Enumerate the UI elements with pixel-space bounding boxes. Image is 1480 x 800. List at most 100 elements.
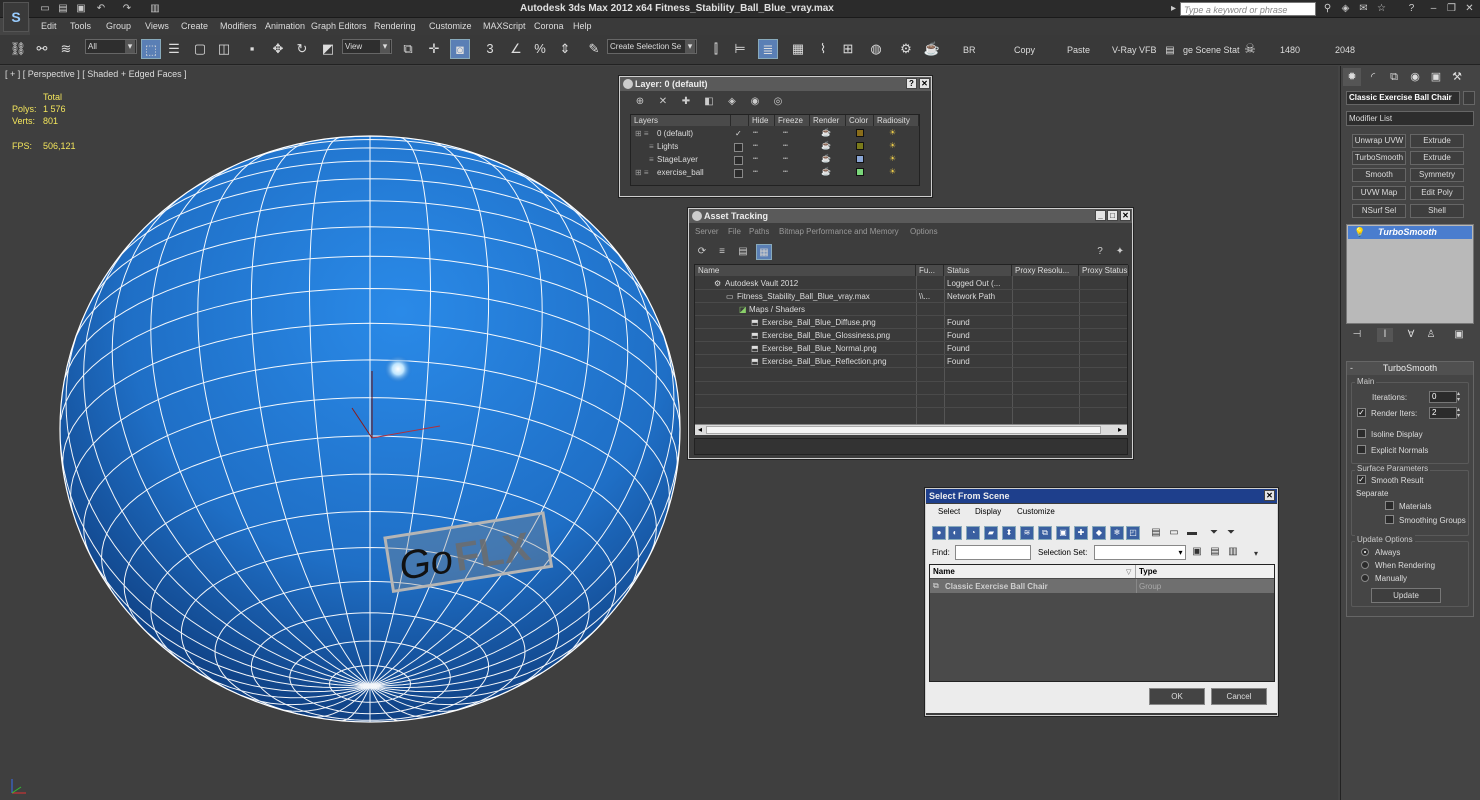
layer-freeze-toggle[interactable]: ┅	[783, 141, 788, 150]
symmetry-button[interactable]: Symmetry	[1410, 168, 1464, 182]
object-name-field[interactable]: Classic Exercise Ball Chair	[1346, 91, 1460, 105]
highlight-layer-icon[interactable]: ◈	[724, 94, 740, 110]
create-tab-icon[interactable]: ✹	[1343, 68, 1361, 86]
sfs-col-name[interactable]: Name	[930, 565, 1136, 578]
asset-settings-icon[interactable]: ✦	[1112, 244, 1128, 260]
asset-minimize-button[interactable]: _	[1095, 210, 1106, 221]
unlink-icon[interactable]: ⚯	[32, 39, 52, 59]
radiosity-icon[interactable]: ☀	[889, 167, 896, 176]
uvw-map-button[interactable]: UVW Map	[1352, 186, 1406, 200]
radiosity-icon[interactable]: ☀	[889, 154, 896, 163]
utilities-tab-icon[interactable]: ⚒	[1448, 68, 1466, 86]
display-geometry-icon[interactable]: ●	[932, 526, 946, 540]
when-rendering-radio[interactable]	[1361, 561, 1369, 569]
rectangular-selection-icon[interactable]: ▢	[190, 39, 210, 59]
render-setup-icon[interactable]: ⚙	[896, 39, 916, 59]
layer-row[interactable]: ⊞ ≡ exercise_ball ┅ ┅ ☕ ☀	[631, 166, 919, 179]
material-editor-icon[interactable]: ◍	[866, 39, 886, 59]
cancel-button[interactable]: Cancel	[1211, 688, 1267, 705]
smooth-result-checkbox[interactable]: ✓	[1357, 475, 1366, 484]
menu-customize[interactable]: Customize	[429, 21, 472, 31]
create-layer-icon[interactable]: ⊕	[632, 94, 648, 110]
light-bulb-icon[interactable]: 💡	[1354, 227, 1365, 237]
sfs-menu-customize[interactable]: Customize	[1017, 507, 1055, 516]
col-name[interactable]: Name	[695, 265, 916, 276]
asset-menu-paths[interactable]: Paths	[749, 227, 769, 236]
edit-poly-button[interactable]: Edit Poly	[1410, 186, 1464, 200]
menu-animation[interactable]: Animation	[265, 21, 305, 31]
selection-set-dropdown[interactable]: ▾	[1094, 545, 1186, 560]
scroll-right-icon[interactable]: ▸	[1115, 425, 1125, 435]
layer-color-swatch[interactable]	[856, 155, 864, 163]
sfs-title[interactable]: Select From Scene	[926, 489, 1277, 503]
filter-icon[interactable]: ⏷	[1206, 525, 1222, 541]
display-frozen-icon[interactable]: ❄	[1110, 526, 1124, 540]
modifier-list-dropdown[interactable]: Modifier List	[1346, 111, 1474, 126]
display-tab-icon[interactable]: ▣	[1427, 68, 1445, 86]
menu-graph-editors[interactable]: Graph Editors	[311, 21, 367, 31]
display-containers-icon[interactable]: ◆	[1092, 526, 1106, 540]
table-view-icon[interactable]: ▤	[735, 244, 751, 260]
toolbar-2048-button[interactable]: 2048	[1335, 45, 1355, 55]
layer-freeze-toggle[interactable]: ┅	[783, 154, 788, 163]
menu-edit[interactable]: Edit	[41, 21, 57, 31]
toolbar-scene-stats-button[interactable]: ge Scene Stat	[1183, 45, 1240, 55]
col-proxy-resolution[interactable]: Proxy Resolu...	[1012, 265, 1079, 276]
sfs-row[interactable]: ⧉ Classic Exercise Ball Chair Group	[930, 579, 1274, 593]
asset-row[interactable]: ⬒ Exercise_Ball_Blue_Diffuse.png Found	[695, 316, 1127, 329]
search-arrow-icon[interactable]: ▸	[1166, 2, 1181, 16]
favorites-icon[interactable]: ☆	[1374, 2, 1389, 16]
sfs-more-icon[interactable]: ▾	[1248, 546, 1264, 562]
isoline-display-checkbox[interactable]	[1357, 429, 1366, 438]
menu-help[interactable]: Help	[573, 21, 592, 31]
pin-stack-icon[interactable]: ⊣	[1349, 328, 1365, 342]
nsurf-sel-button[interactable]: NSurf Sel	[1352, 204, 1406, 218]
rotate-icon[interactable]: ↻	[292, 39, 312, 59]
menu-corona[interactable]: Corona	[534, 21, 564, 31]
col-layers[interactable]: Layers	[631, 115, 731, 126]
snaps-toggle-icon[interactable]: 3	[480, 39, 500, 59]
render-iters-checkbox[interactable]: ✓	[1357, 408, 1366, 417]
make-unique-icon[interactable]: ∀	[1403, 328, 1419, 342]
angle-snap-icon[interactable]: ∠	[506, 39, 526, 59]
configure-modifier-sets-icon[interactable]: ▣	[1451, 328, 1467, 342]
app-logo-icon[interactable]: S	[3, 2, 29, 32]
layer-current-check[interactable]	[734, 156, 743, 165]
display-cameras-icon[interactable]: ▰	[984, 526, 998, 540]
align-icon[interactable]: ⊨	[730, 39, 750, 59]
toolbar-vray-vfb-button[interactable]: V-Ray VFB	[1112, 45, 1157, 55]
turbosmooth-button[interactable]: TurboSmooth	[1352, 151, 1406, 165]
menu-rendering[interactable]: Rendering	[374, 21, 416, 31]
grid-view-icon[interactable]: ▦	[756, 244, 772, 260]
graphite-tools-icon[interactable]: ▦	[788, 39, 808, 59]
ok-button[interactable]: OK	[1149, 688, 1205, 705]
selection-filter-dropdown[interactable]: All	[85, 39, 137, 54]
asset-path-field[interactable]	[694, 438, 1128, 455]
layer-color-swatch[interactable]	[856, 142, 864, 150]
col-hide[interactable]: Hide	[749, 115, 775, 126]
asset-row[interactable]: ⬒ Exercise_Ball_Blue_Normal.png Found	[695, 342, 1127, 355]
always-radio[interactable]	[1361, 548, 1369, 556]
asset-row[interactable]: ⬒ Exercise_Ball_Blue_Reflection.png Foun…	[695, 355, 1127, 368]
find-input[interactable]	[955, 545, 1031, 560]
delete-layer-icon[interactable]: ✕	[655, 94, 671, 110]
extrude-button[interactable]: Extrude	[1410, 134, 1464, 148]
display-spacewarps-icon[interactable]: ≋	[1020, 526, 1034, 540]
asset-help-icon[interactable]: ?	[1092, 244, 1108, 260]
layer-dialog-close-button[interactable]: ✕	[919, 78, 930, 89]
sfs-options-icon-3[interactable]: ▥	[1225, 544, 1241, 560]
radiosity-icon[interactable]: ☀	[889, 141, 896, 150]
materials-checkbox[interactable]	[1385, 501, 1394, 510]
asset-row[interactable]: ⬒ Exercise_Ball_Blue_Glossiness.png Foun…	[695, 329, 1127, 342]
sfs-col-type[interactable]: Type	[1136, 565, 1274, 578]
display-bones-icon[interactable]: ✚	[1074, 526, 1088, 540]
teapot-icon[interactable]: ☕	[821, 167, 831, 176]
open-file-icon[interactable]: ▤	[56, 2, 70, 15]
stack-item-turbosmooth[interactable]: TurboSmooth	[1348, 226, 1472, 239]
layer-color-swatch[interactable]	[856, 129, 864, 137]
display-hidden-icon[interactable]: ◰	[1126, 526, 1140, 540]
undo-icon[interactable]: ↶	[94, 2, 108, 15]
col-status[interactable]: Status	[944, 265, 1012, 276]
hierarchy-tab-icon[interactable]: ⧉	[1385, 68, 1403, 86]
select-by-name-icon[interactable]: ☰	[164, 39, 184, 59]
